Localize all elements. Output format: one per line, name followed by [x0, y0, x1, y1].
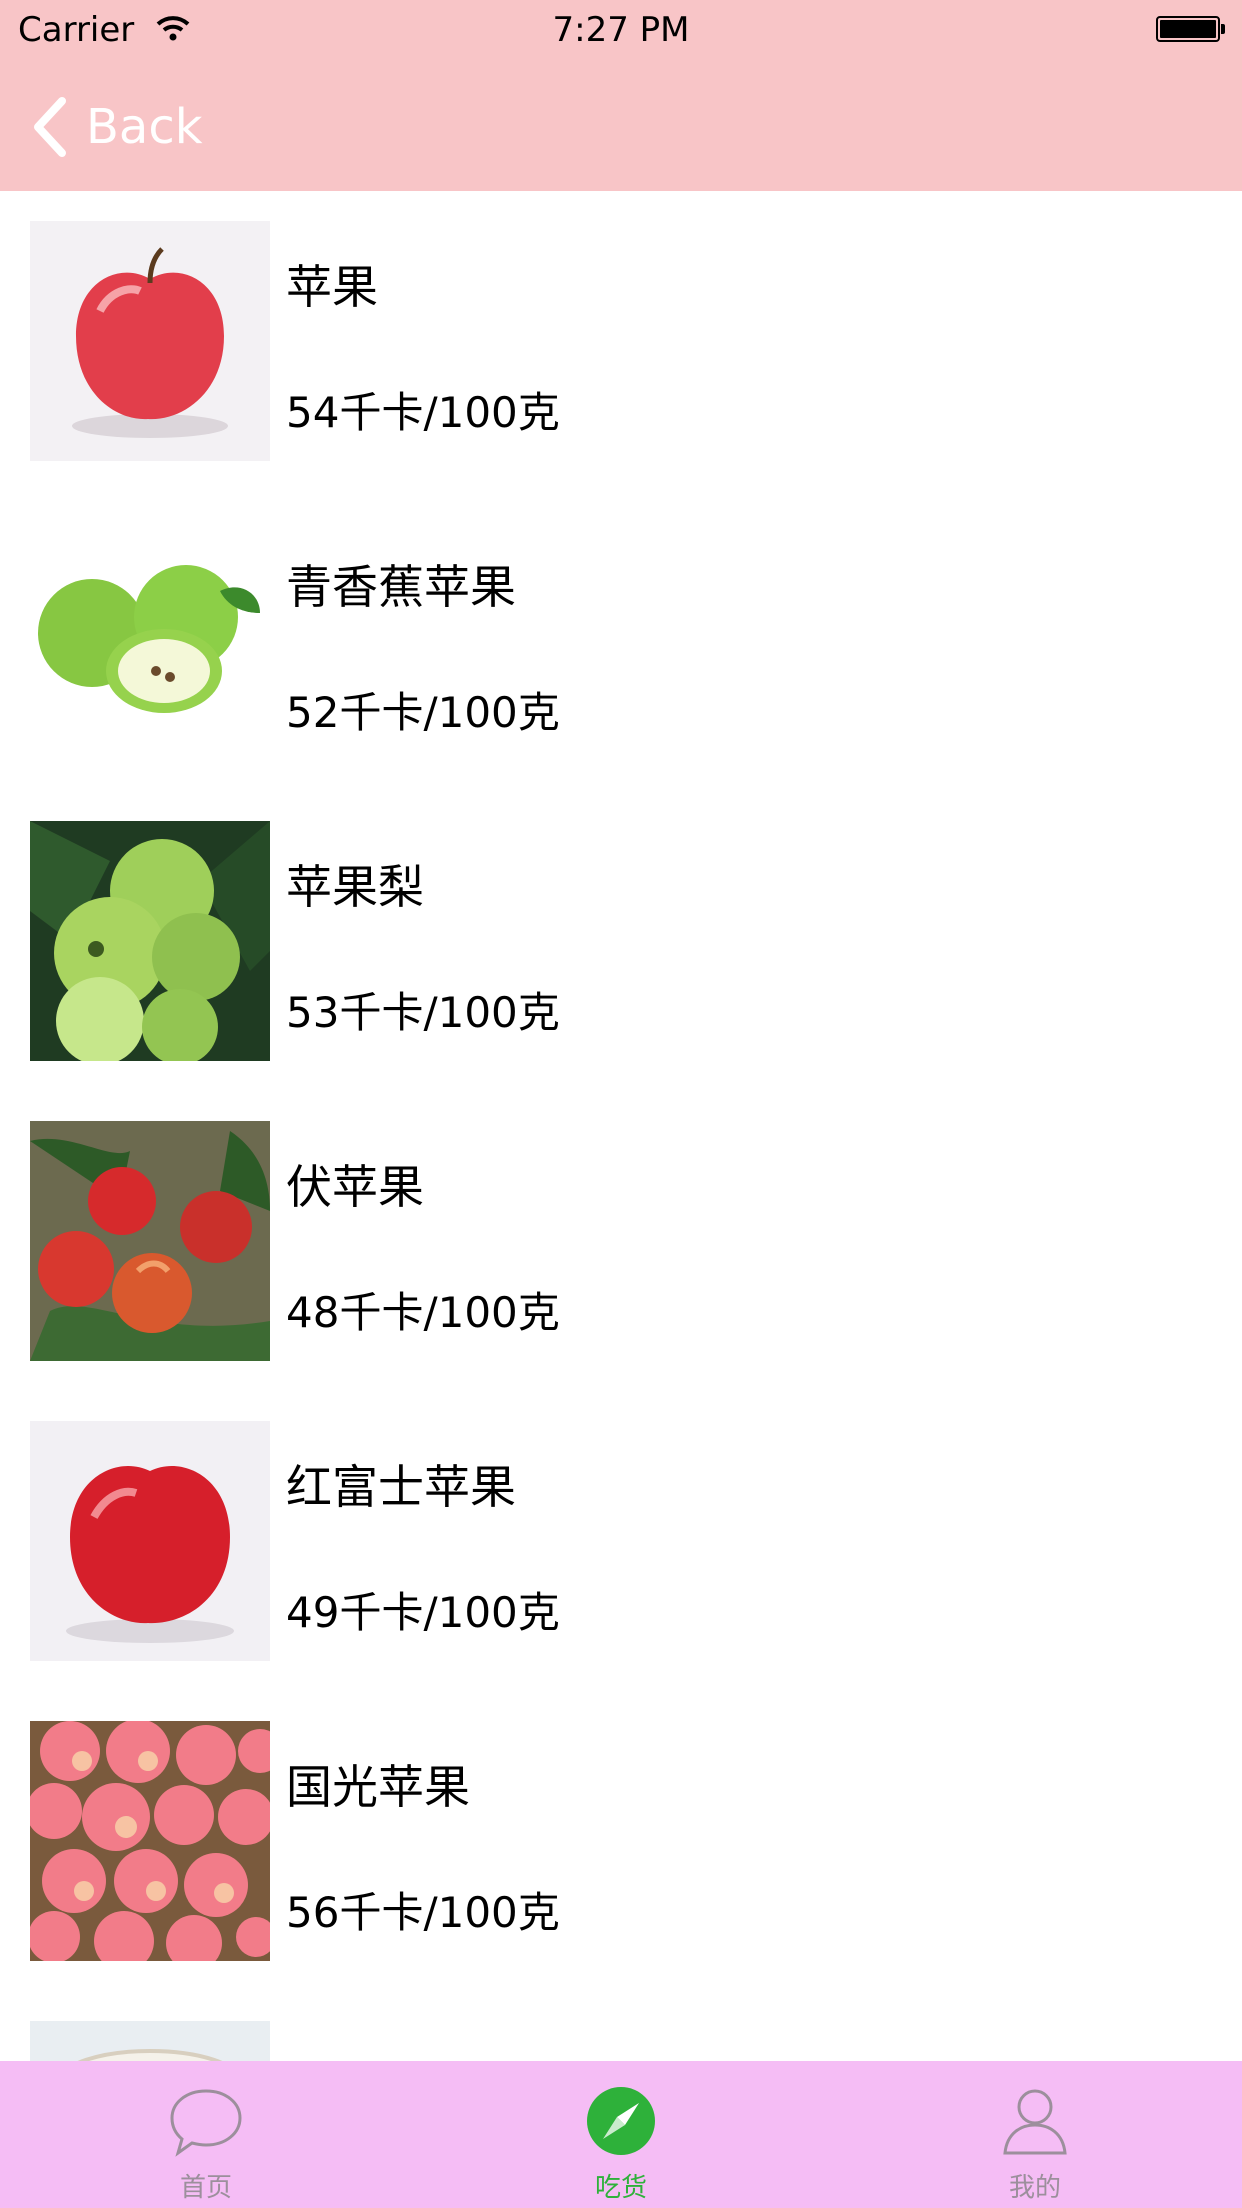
food-list[interactable]: 苹果 54千卡/100克 青香蕉苹果 52千卡/100克 苹果梨 53千卡/10… — [0, 191, 1242, 2061]
food-name: 伏苹果 — [286, 1160, 424, 1214]
status-time: 7:27 PM — [552, 10, 690, 50]
list-item[interactable] — [0, 1991, 1242, 2061]
tab-profile[interactable]: 我的 — [915, 2061, 1155, 2208]
food-name: 苹果 — [286, 260, 378, 314]
list-item[interactable]: 苹果梨 53千卡/100克 — [0, 791, 1242, 1091]
compass-icon — [587, 2087, 655, 2155]
tab-bar: 首页 吃货 我的 — [0, 2061, 1242, 2208]
tab-label: 吃货 — [594, 2173, 647, 2203]
food-name: 青香蕉苹果 — [286, 560, 516, 614]
list-item[interactable]: 国光苹果 56千卡/100克 — [0, 1691, 1242, 1991]
list-item[interactable]: 伏苹果 48千卡/100克 — [0, 1091, 1242, 1391]
food-thumbnail — [30, 821, 270, 1061]
chat-bubble-icon — [170, 2089, 242, 2157]
food-name: 红富士苹果 — [286, 1460, 516, 1514]
food-thumbnail — [30, 521, 270, 761]
food-name: 苹果梨 — [286, 860, 424, 914]
food-calories: 56千卡/100克 — [286, 1888, 560, 1937]
food-thumbnail — [30, 1421, 270, 1661]
list-item[interactable]: 苹果 54千卡/100克 — [0, 191, 1242, 491]
food-calories: 52千卡/100克 — [286, 688, 560, 737]
food-thumbnail — [30, 1721, 270, 1961]
food-calories: 54千卡/100克 — [286, 388, 560, 437]
person-icon — [1003, 2089, 1067, 2155]
status-bar: Carrier 7:27 PM — [0, 0, 1242, 60]
tab-foodie[interactable]: 吃货 — [501, 2061, 741, 2208]
food-calories: 49千卡/100克 — [286, 1588, 560, 1637]
list-item[interactable]: 青香蕉苹果 52千卡/100克 — [0, 491, 1242, 791]
list-item[interactable]: 红富士苹果 49千卡/100克 — [0, 1391, 1242, 1691]
battery-icon — [1156, 16, 1225, 42]
back-button[interactable]: Back — [30, 92, 203, 162]
back-label: Back — [86, 99, 203, 155]
food-calories: 53千卡/100克 — [286, 988, 560, 1037]
tab-home[interactable]: 首页 — [86, 2061, 326, 2208]
tab-label: 我的 — [1008, 2173, 1061, 2203]
food-thumbnail — [30, 1121, 270, 1361]
food-thumbnail — [30, 2021, 270, 2061]
chevron-left-icon — [34, 97, 66, 157]
navigation-bar: Carrier 7:27 PM Back — [0, 0, 1242, 191]
food-calories: 48千卡/100克 — [286, 1288, 560, 1337]
food-thumbnail — [30, 221, 270, 461]
food-name: 国光苹果 — [286, 1760, 470, 1814]
tab-label: 首页 — [179, 2173, 232, 2203]
